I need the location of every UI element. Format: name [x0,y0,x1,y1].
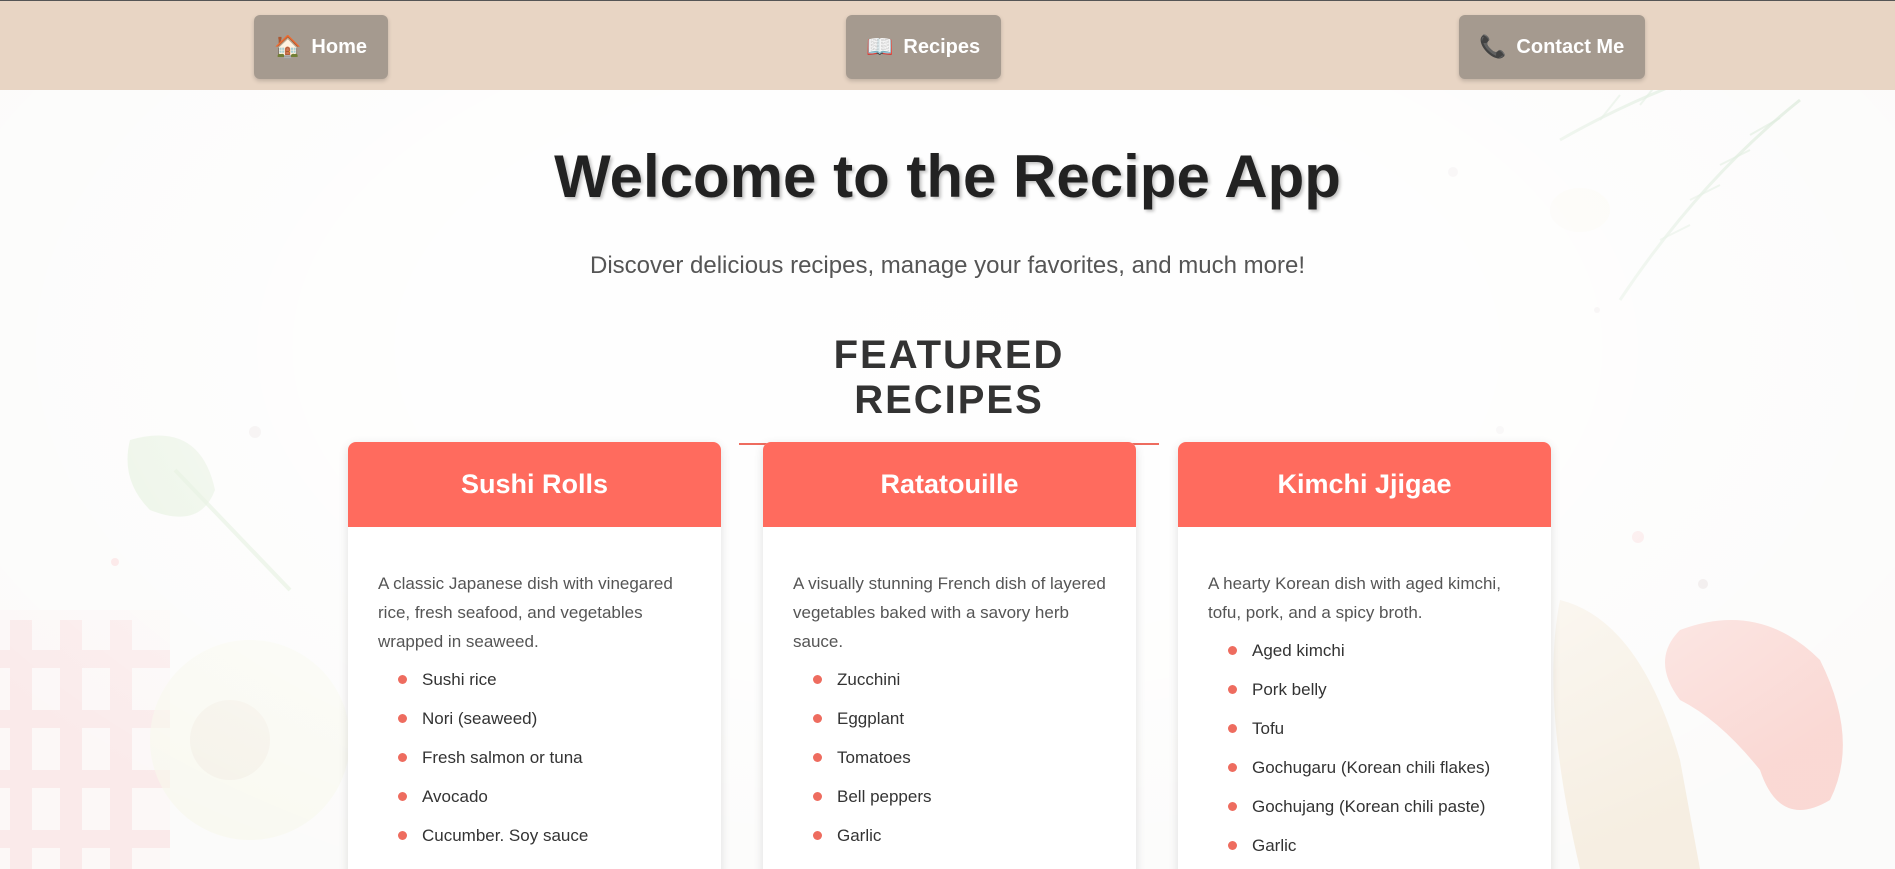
ingredient-text: Tofu [1252,719,1285,738]
ingredient-text: Zucchini [837,670,901,689]
hero-title: Welcome to the Recipe App [554,143,1341,210]
ingredient-item: Eggplant [813,709,1106,729]
bullet-icon [813,831,822,840]
recipe-card-description: A classic Japanese dish with vinegared r… [378,574,673,651]
ingredient-item: Tomatoes [813,748,1106,768]
ingredient-item: Tofu [1228,719,1521,739]
ingredient-list: Sushi rice Nori (seaweed) Fresh salmon o… [378,670,691,846]
bullet-icon [813,753,822,762]
ingredient-text: Garlic [1252,836,1297,855]
ingredient-item: Gochujang (Korean chili paste) [1228,797,1521,817]
ingredient-list: Zucchini Eggplant Tomatoes Bell peppers … [793,670,1106,846]
ingredient-text: Fresh salmon or tuna [422,748,583,767]
ingredient-item: Gochugaru (Korean chili flakes) [1228,758,1521,778]
recipe-card-description: A visually stunning French dish of layer… [793,574,1106,651]
contact-nav-label: Contact Me [1516,35,1625,58]
ingredient-text: Aged kimchi [1252,641,1345,660]
ingredient-item: Aged kimchi [1228,641,1521,661]
ingredient-text: Pork belly [1252,680,1327,699]
bullet-icon [398,675,407,684]
hero-subtitle: Discover delicious recipes, manage your … [590,252,1305,279]
ingredient-item: Fresh salmon or tuna [398,748,691,768]
ingredient-item: Garlic [1228,836,1521,856]
home-nav-button[interactable]: 🏠 Home [254,15,388,79]
recipe-card-title: Ratatouille [763,442,1136,527]
recipe-card-description: A hearty Korean dish with aged kimchi, t… [1208,574,1501,622]
ingredient-text: Nori (seaweed) [422,709,538,728]
recipe-card-sushi-rolls[interactable]: Sushi Rolls A classic Japanese dish with… [348,442,721,869]
recipe-card-body: A hearty Korean dish with aged kimchi, t… [1178,527,1551,856]
ingredient-text: Gochugaru (Korean chili flakes) [1252,758,1491,777]
telephone-icon: 📞 [1479,34,1507,59]
bullet-icon [813,675,822,684]
bullet-icon [398,753,407,762]
recipe-card-body: A classic Japanese dish with vinegared r… [348,527,721,846]
ingredient-text: Bell peppers [837,787,932,806]
ingredient-text: Sushi rice [422,670,497,689]
recipe-card-title: Kimchi Jjigae [1178,442,1551,527]
bullet-icon [1228,802,1237,811]
bullet-icon [398,792,407,801]
recipe-app-page: 🏠 Home 📖 Recipes 📞 Contact Me Welcome to… [0,0,1895,869]
ingredient-list: Aged kimchi Pork belly Tofu Gochugaru (K… [1208,641,1521,856]
bullet-icon [1228,763,1237,772]
open-book-icon: 📖 [866,34,894,59]
bullet-icon [1228,724,1237,733]
ingredient-text: Garlic [837,826,882,845]
recipe-card-body: A visually stunning French dish of layer… [763,527,1136,846]
top-navbar: 🏠 Home 📖 Recipes 📞 Contact Me [0,0,1895,90]
featured-recipes-heading: FEATURED RECIPES [739,333,1159,445]
bullet-icon [1228,646,1237,655]
contact-nav-button[interactable]: 📞 Contact Me [1459,15,1645,79]
bullet-icon [1228,841,1237,850]
recipe-card-title: Sushi Rolls [348,442,721,527]
ingredient-text: Eggplant [837,709,905,728]
ingredient-item: Garlic [813,826,1106,846]
bullet-icon [813,792,822,801]
recipe-card-kimchi-jjigae[interactable]: Kimchi Jjigae A hearty Korean dish with … [1178,442,1551,869]
recipes-nav-button[interactable]: 📖 Recipes [846,15,1001,79]
ingredient-text: Avocado [422,787,488,806]
ingredient-item: Pork belly [1228,680,1521,700]
bullet-icon [398,714,407,723]
house-icon: 🏠 [274,34,302,59]
ingredient-text: Tomatoes [837,748,911,767]
ingredient-item: Sushi rice [398,670,691,690]
bullet-icon [813,714,822,723]
home-nav-label: Home [311,35,367,58]
ingredient-item: Avocado [398,787,691,807]
bullet-icon [1228,685,1237,694]
ingredient-item: Zucchini [813,670,1106,690]
recipe-card-ratatouille[interactable]: Ratatouille A visually stunning French d… [763,442,1136,869]
recipes-nav-label: Recipes [903,35,981,58]
bullet-icon [398,831,407,840]
ingredient-item: Cucumber. Soy sauce [398,826,691,846]
ingredient-text: Cucumber. Soy sauce [422,826,589,845]
ingredient-item: Bell peppers [813,787,1106,807]
ingredient-text: Gochujang (Korean chili paste) [1252,797,1486,816]
ingredient-item: Nori (seaweed) [398,709,691,729]
